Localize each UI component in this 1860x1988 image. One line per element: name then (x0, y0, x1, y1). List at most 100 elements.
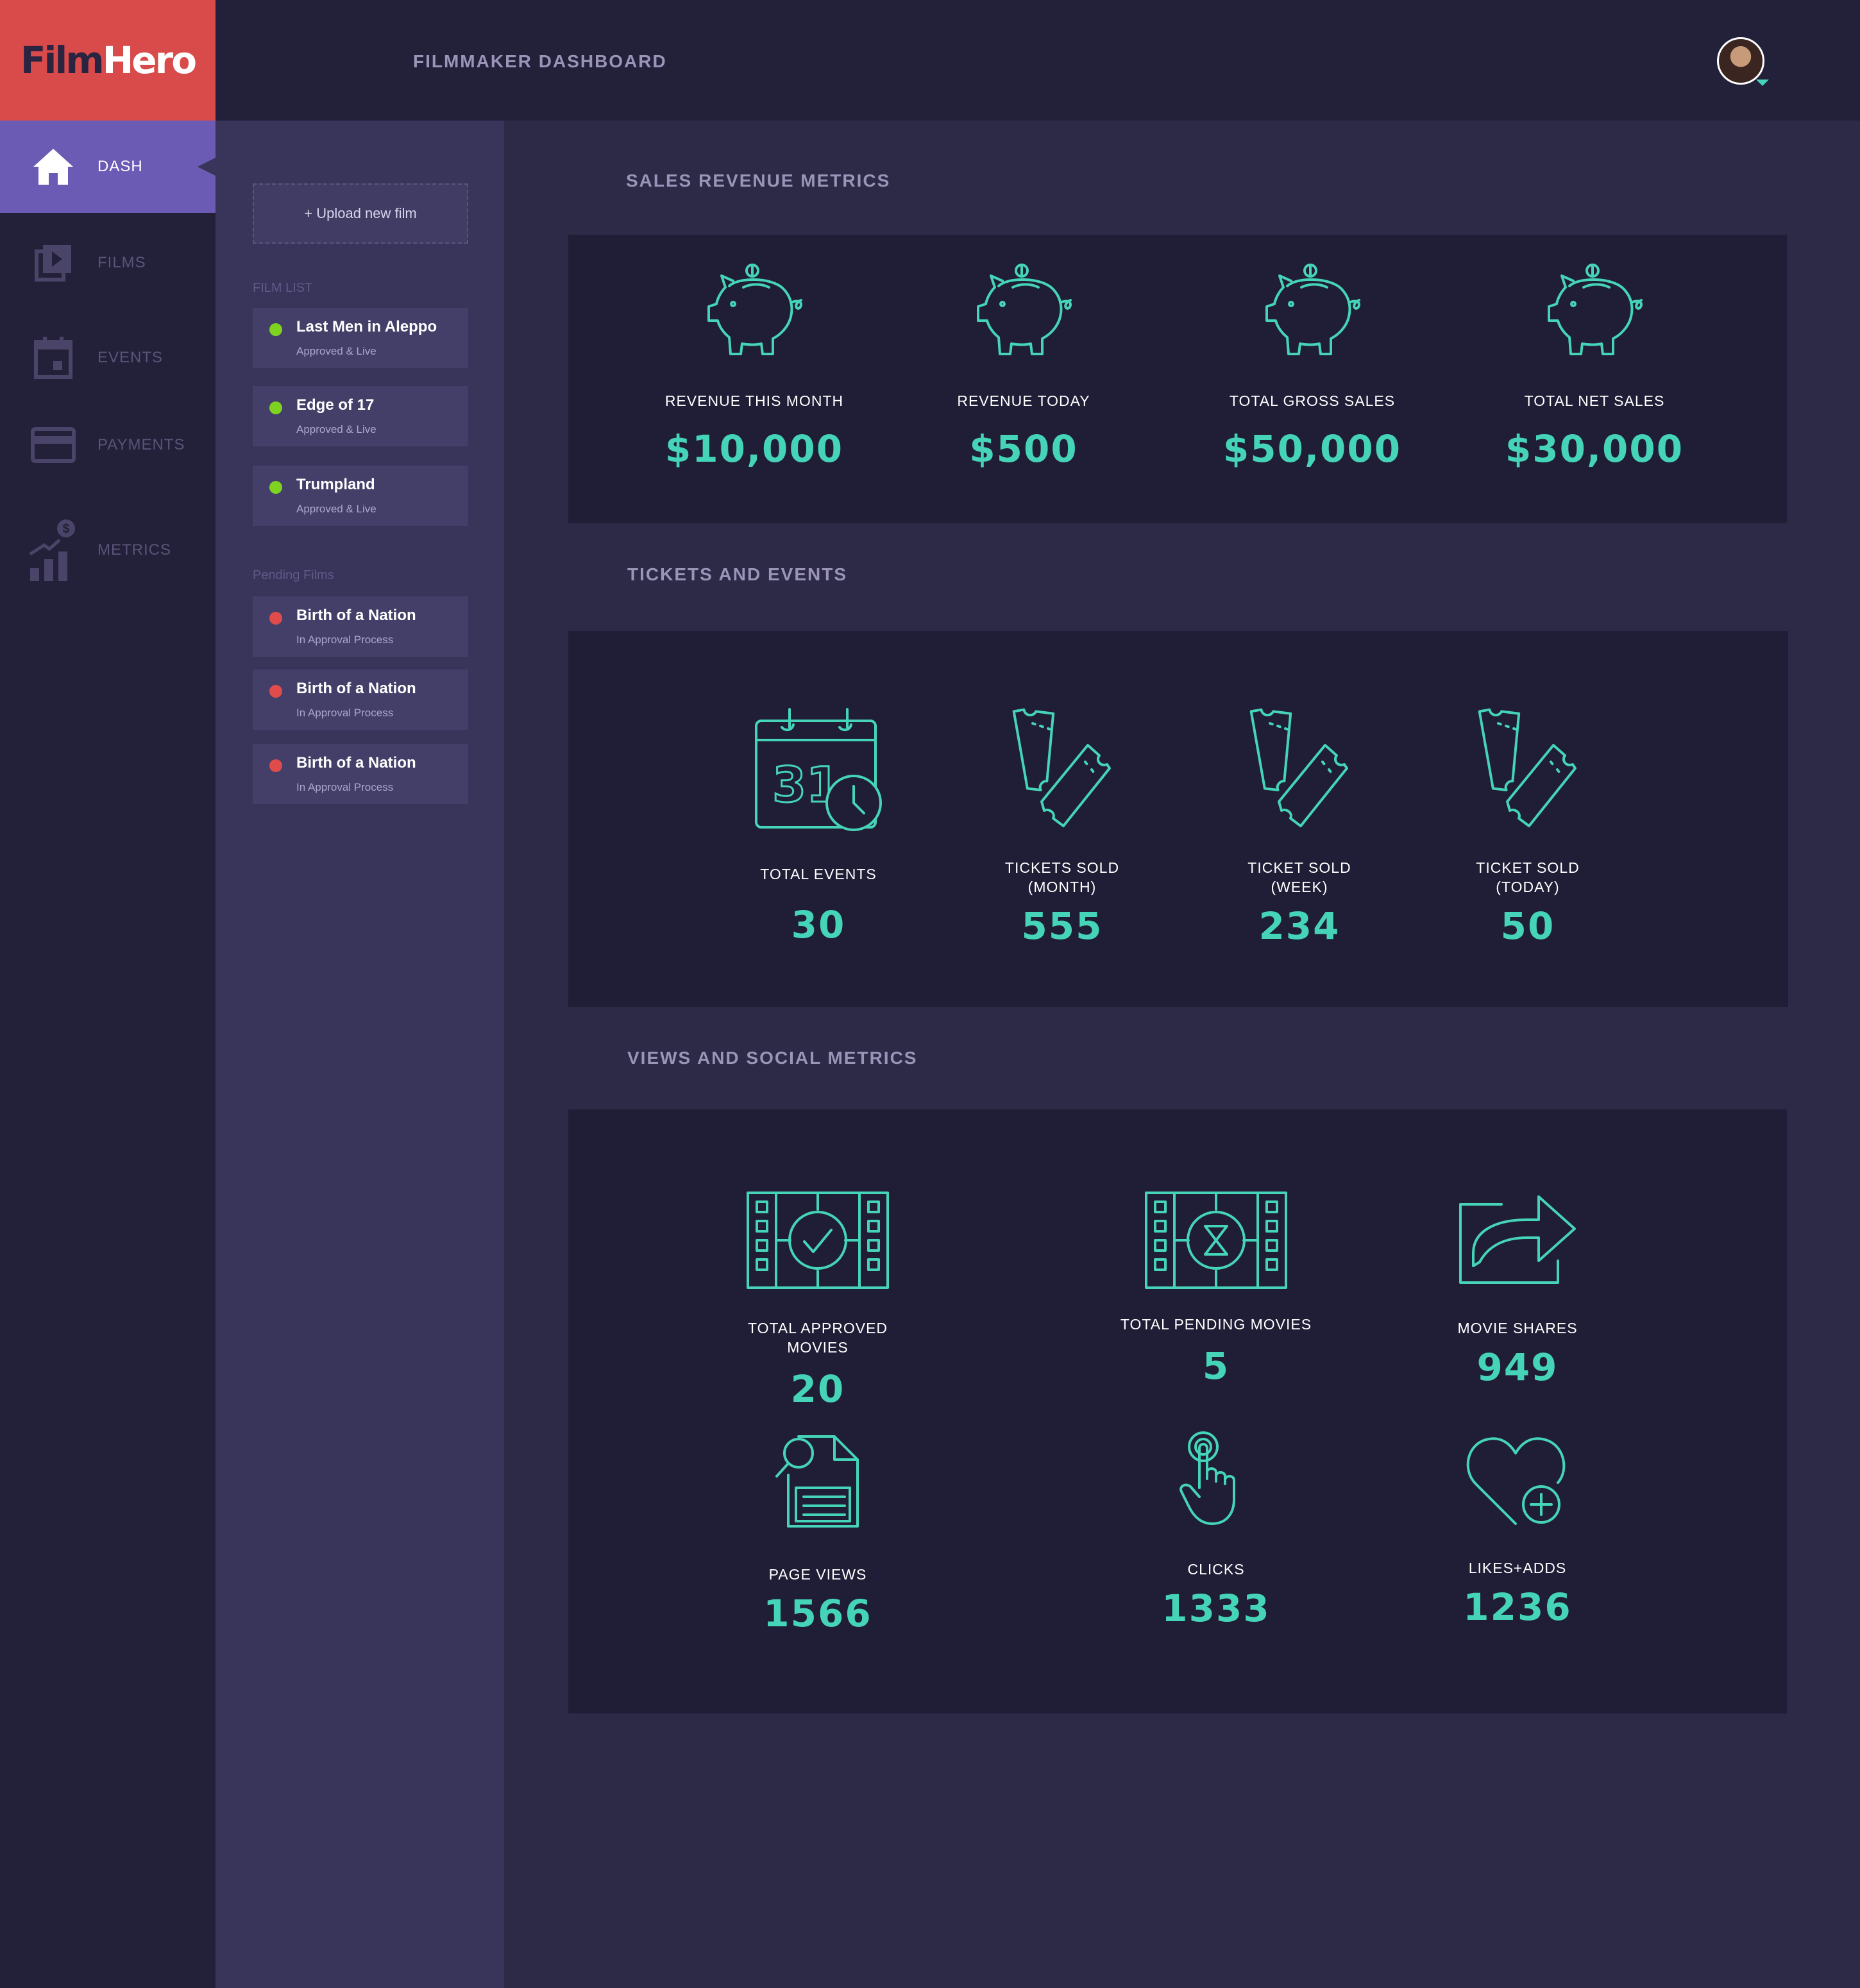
piggy-bank-icon (707, 264, 803, 355)
total-net-sales-metric: TOTAL NET SALES $30,000 (1492, 263, 1697, 471)
metric-value: 30 (791, 903, 846, 947)
status-dot-approved (269, 481, 282, 494)
metric-label: TOTAL EVENTS (760, 866, 877, 882)
metric-value: 234 (1258, 904, 1340, 948)
total-pending-movies-metric: TOTAL PENDING MOVIES 5 (1107, 1190, 1325, 1388)
pending-film-item[interactable]: Birth of a Nation In Approval Process (253, 744, 468, 804)
movie-shares-metric: MOVIE SHARES 949 (1421, 1190, 1614, 1389)
nav-label: PAYMENTS (97, 436, 185, 453)
total-approved-movies-metric: TOTAL APPROVED MOVIES 20 (718, 1190, 917, 1411)
nav-item-payments[interactable]: PAYMENTS (0, 399, 216, 491)
nav-label: EVENTS (97, 349, 164, 366)
metric-value: 5 (1202, 1344, 1230, 1388)
nav-label: DASH (97, 158, 143, 175)
film-status: Approved & Live (296, 423, 376, 435)
film-hourglass-icon (1145, 1192, 1287, 1289)
upload-new-film-button[interactable]: + Upload new film (253, 183, 468, 244)
metric-value: $500 (969, 427, 1078, 471)
nav-item-events[interactable]: EVENTS (0, 312, 216, 404)
ticket-sold-week-metric: TICKET SOLD (WEEK) 234 (1203, 705, 1396, 948)
heart-plus-icon (1466, 1437, 1566, 1525)
total-gross-sales-metric: TOTAL GROSS SALES $50,000 (1203, 263, 1421, 471)
nav-label: FILMS (97, 254, 146, 271)
pending-film-item[interactable]: Birth of a Nation In Approval Process (253, 596, 468, 657)
home-icon (31, 144, 76, 189)
film-check-icon (747, 1192, 889, 1289)
likes-adds-metric: LIKES+ADDS 1236 (1421, 1434, 1614, 1629)
metric-label: REVENUE THIS MONTH (664, 392, 844, 409)
piggy-bank-icon (1265, 264, 1361, 355)
nav-item-metrics[interactable]: $ METRICS (0, 504, 216, 596)
film-status: Approved & Live (296, 503, 376, 515)
metric-label: PAGE VIEWS (768, 1566, 867, 1583)
piggy-bank-icon (977, 264, 1072, 355)
nav-label: METRICS (97, 541, 171, 559)
tickets-section-title: TICKETS AND EVENTS (627, 564, 847, 584)
metric-value: 949 (1476, 1345, 1559, 1389)
pending-films-caption: Pending Films (253, 568, 334, 582)
views-social-panel: TOTAL APPROVED MOVIES 20 TOTAL PENDING M… (568, 1109, 1787, 1714)
credit-card-icon (31, 423, 76, 468)
revenue-today-metric: REVENUE TODAY $500 (927, 263, 1120, 471)
metric-label: TOTAL APPROVED MOVIES (747, 1320, 888, 1356)
svg-text:$: $ (62, 522, 69, 536)
nav-item-dash[interactable]: DASH (0, 121, 216, 213)
tickets-events-panel: 31 TOTAL EVENTS 30 TICKETS SOLD (MONTH) … (568, 631, 1788, 1007)
metric-label: TOTAL GROSS SALES (1229, 392, 1396, 409)
filmhero-logo[interactable]: FilmHero (0, 0, 216, 121)
status-dot-pending (269, 612, 282, 625)
film-list-item[interactable]: Edge of 17 Approved & Live (253, 386, 468, 446)
metric-label: MOVIE SHARES (1457, 1320, 1578, 1336)
metric-value: 1236 (1463, 1585, 1572, 1629)
film-list-item[interactable]: Last Men in Aleppo Approved & Live (253, 308, 468, 368)
total-events-metric: 31 TOTAL EVENTS 30 (722, 705, 915, 947)
logo-hero-text: Hero (102, 38, 197, 82)
metric-value: $50,000 (1222, 427, 1402, 471)
film-list-item[interactable]: Trumpland Approved & Live (253, 466, 468, 526)
metric-label: TICKETS SOLD (MONTH) (1004, 859, 1120, 895)
calendar-clock-icon: 31 (755, 708, 882, 831)
metric-value: $10,000 (664, 427, 844, 471)
tickets-sold-month-metric: TICKETS SOLD (MONTH) 555 (966, 705, 1158, 948)
share-icon (1459, 1195, 1576, 1284)
nav-item-films[interactable]: FILMS (0, 217, 216, 309)
status-dot-pending (269, 759, 282, 772)
views-section-title: VIEWS AND SOCIAL METRICS (627, 1048, 918, 1068)
film-title: Edge of 17 (296, 396, 375, 414)
metric-label: TOTAL NET SALES (1524, 392, 1665, 409)
metric-label: LIKES+ADDS (1468, 1560, 1567, 1576)
document-search-icon (775, 1435, 859, 1528)
metrics-chart-icon: $ (29, 519, 76, 581)
metric-label: REVENUE TODAY (957, 392, 1090, 409)
status-dot-pending (269, 685, 282, 698)
metric-label: CLICKS (1187, 1561, 1245, 1578)
film-list-panel: + Upload new film FILM LIST Last Men in … (216, 121, 504, 1988)
page-title: FILMMAKER DASHBOARD (413, 51, 667, 71)
metric-value: 1333 (1162, 1587, 1271, 1630)
tickets-icon (1249, 708, 1348, 827)
user-avatar[interactable] (1717, 37, 1764, 85)
film-status: In Approval Process (296, 707, 394, 719)
film-title: Trumpland (296, 476, 375, 493)
film-title: Birth of a Nation (296, 680, 416, 697)
metric-label: TICKET SOLD (TODAY) (1476, 859, 1580, 895)
metric-value: 555 (1021, 904, 1103, 948)
film-status: In Approval Process (296, 781, 394, 793)
piggy-bank-icon (1548, 264, 1643, 355)
tickets-icon (1478, 708, 1577, 827)
revenue-this-month-metric: REVENUE THIS MONTH $10,000 (652, 263, 857, 471)
film-list-caption: FILM LIST (253, 281, 313, 295)
logo-film-text: Film (20, 38, 105, 82)
metric-value: $30,000 (1505, 427, 1684, 471)
page-views-metric: PAGE VIEWS 1566 (718, 1433, 917, 1635)
films-icon (31, 240, 76, 285)
pending-film-item[interactable]: Birth of a Nation In Approval Process (253, 670, 468, 730)
metric-label: TICKET SOLD (WEEK) (1247, 859, 1351, 895)
click-hand-icon (1179, 1431, 1235, 1525)
sales-section-title: SALES REVENUE METRICS (626, 171, 891, 190)
metric-value: 20 (790, 1367, 845, 1411)
sales-revenue-panel: REVENUE THIS MONTH $10,000 REVENUE TODAY… (568, 235, 1787, 523)
metric-value: 50 (1500, 904, 1555, 948)
chevron-down-icon[interactable] (1756, 80, 1769, 86)
tickets-icon (1012, 708, 1111, 827)
